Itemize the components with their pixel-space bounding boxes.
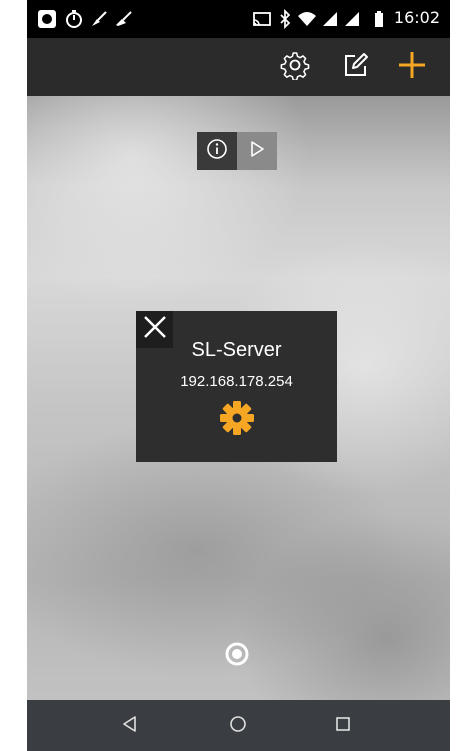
settings-button[interactable] — [276, 48, 314, 86]
info-icon — [206, 138, 228, 165]
mode-toggle — [197, 132, 277, 170]
signal-icon — [342, 9, 362, 29]
play-mode-button[interactable] — [237, 132, 277, 170]
status-time: 16:02 — [393, 8, 440, 27]
broom-icon — [114, 9, 134, 29]
cast-icon — [252, 9, 272, 29]
server-settings-button[interactable] — [219, 400, 255, 436]
status-bar: 16:02 — [27, 0, 450, 38]
top-toolbar — [27, 38, 450, 96]
signal-icon — [320, 9, 340, 29]
page-indicator[interactable] — [224, 641, 250, 667]
app-notification-icon — [37, 9, 57, 29]
plus-icon — [396, 49, 428, 86]
home-button[interactable] — [225, 713, 251, 739]
back-button[interactable] — [117, 713, 143, 739]
info-mode-button[interactable] — [197, 132, 237, 170]
android-nav-bar — [27, 700, 450, 751]
edit-button[interactable] — [337, 48, 375, 86]
add-button[interactable] — [393, 48, 431, 86]
home-icon — [228, 714, 248, 739]
phone-screen: 16:02 SL-Server 192.168.178.254 — [27, 0, 450, 751]
server-card[interactable]: SL-Server 192.168.178.254 — [136, 311, 337, 462]
timer-icon — [64, 9, 84, 29]
bluetooth-icon — [275, 8, 295, 30]
battery-icon — [369, 9, 389, 29]
main-content: SL-Server 192.168.178.254 — [27, 96, 450, 700]
broom-icon — [89, 9, 109, 29]
recents-button[interactable] — [330, 713, 356, 739]
wifi-icon — [297, 9, 317, 29]
recents-icon — [333, 714, 353, 739]
server-ip: 192.168.178.254 — [180, 373, 293, 390]
play-icon — [247, 139, 267, 164]
gear-icon — [219, 401, 255, 440]
gear-icon — [280, 50, 310, 85]
back-icon — [120, 714, 140, 739]
server-name: SL-Server — [191, 339, 282, 361]
edit-icon — [341, 50, 371, 85]
